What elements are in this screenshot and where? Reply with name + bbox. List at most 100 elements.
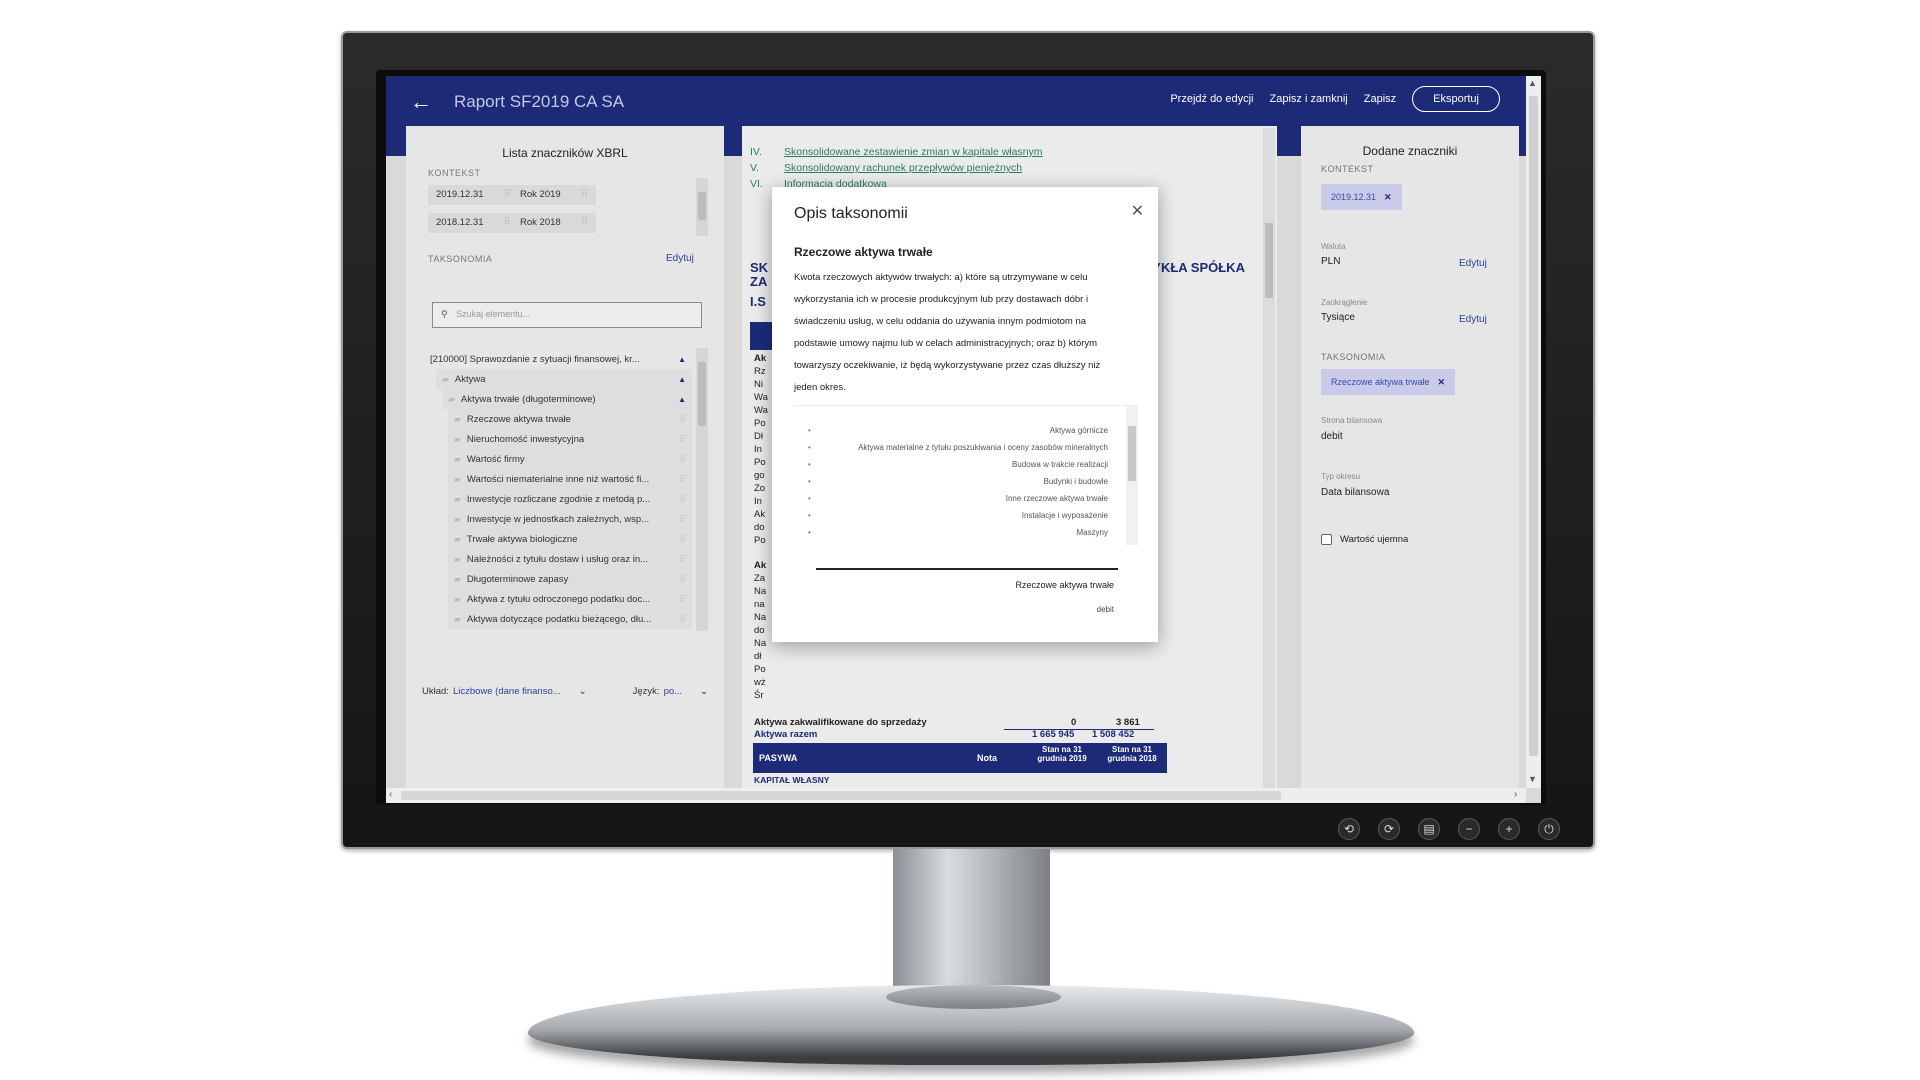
- toc-link[interactable]: V. Skonsolidowany rachunek przepływów pie…: [750, 162, 1022, 174]
- auto-icon[interactable]: ⟳: [1378, 818, 1400, 840]
- doc-heading: SK: [750, 260, 769, 275]
- drag-handle-icon[interactable]: ⠿: [679, 514, 686, 525]
- liabilities-label: PASYWA: [759, 753, 798, 763]
- save-button[interactable]: Zapisz: [1364, 93, 1396, 105]
- scroll-right-icon[interactable]: ›: [1514, 789, 1517, 800]
- drag-handle-icon[interactable]: ⠿: [679, 594, 686, 605]
- tree-scrollbar[interactable]: [696, 348, 708, 631]
- drag-handle-icon[interactable]: ⠿: [679, 494, 686, 505]
- context-chip[interactable]: Rok 2019 ⠿: [512, 185, 596, 205]
- doc-row: Za: [754, 573, 766, 584]
- save-and-close-button[interactable]: Zapisz i zamknij: [1269, 93, 1347, 105]
- back-arrow-icon[interactable]: ←: [410, 89, 432, 115]
- checkbox-icon[interactable]: [1321, 534, 1332, 545]
- context-label: KONTEKST: [1321, 164, 1374, 174]
- drag-handle-icon[interactable]: ⠿: [679, 454, 686, 465]
- drag-handle-icon[interactable]: ⠿: [679, 414, 686, 425]
- doc-section: I.S: [750, 294, 766, 309]
- leaf-icon: ▰: [454, 453, 461, 464]
- doc-row: na: [754, 599, 765, 610]
- note-label: Nota: [977, 753, 997, 763]
- tree-item[interactable]: ▰ Wartość firmy ⠿: [448, 449, 692, 469]
- drag-handle-icon[interactable]: ⠿: [679, 534, 686, 545]
- drag-handle-icon[interactable]: ⠿: [504, 189, 511, 200]
- edit-currency-link[interactable]: Edytuj: [1459, 258, 1487, 269]
- rounding-label: Zaokrąglenie: [1321, 298, 1368, 307]
- close-icon[interactable]: ✕: [1438, 377, 1446, 387]
- tree-item[interactable]: ▰ Długoterminowe zapasy ⠿: [448, 569, 692, 589]
- context-chip[interactable]: 2019.12.31 ⠿: [428, 185, 519, 205]
- tree-item[interactable]: ▰ Należności z tytułu dostaw i usług oraz…: [448, 549, 692, 569]
- taxonomy-description-dialog: Opis taksonomii ✕ Rzeczowe aktywa trwałe…: [772, 187, 1158, 642]
- search-input[interactable]: ⚲ Szukaj elementu...: [432, 302, 702, 328]
- tree-item[interactable]: ▰ Aktywa dotyczące podatku bieżącego, dłu…: [448, 609, 692, 629]
- tree-item[interactable]: ▰ Inwestycje rozliczane zgodnie z metodą …: [448, 489, 692, 509]
- negative-value-checkbox[interactable]: Wartość ujemna: [1321, 534, 1408, 545]
- list-scrollbar[interactable]: [1126, 406, 1138, 545]
- taxonomy-tag-chip[interactable]: Rzeczowe aktywa trwałe ✕: [1321, 369, 1456, 395]
- tree-item[interactable]: ▰ Inwestycje w jednostkach zależnych, wsp…: [448, 509, 692, 529]
- toc-link[interactable]: IV. Skonsolidowane zestawienie zmian w ka…: [750, 146, 1043, 158]
- value-label: Rzeczowe aktywa trwałe: [1015, 580, 1114, 590]
- chevron-up-icon[interactable]: ▲: [678, 395, 686, 404]
- drag-handle-icon[interactable]: ⠿: [679, 474, 686, 485]
- tree-item[interactable]: ▰ Trwałe aktywa biologiczne ⠿: [448, 529, 692, 549]
- folder-icon: ▰: [442, 373, 449, 384]
- drag-handle-icon[interactable]: ⠿: [581, 217, 588, 228]
- layout-row: Układ: Liczbowe (dane finanso... ⌄ Język…: [422, 686, 708, 697]
- export-button[interactable]: Eksportuj: [1412, 86, 1500, 112]
- tree-item[interactable]: ▰ Nieruchomość inwestycyjna ⠿: [448, 429, 692, 449]
- drag-handle-icon[interactable]: ⠿: [504, 217, 511, 228]
- tree-item[interactable]: ▰ Rzeczowe aktywa trwałe ⠿: [448, 409, 692, 429]
- close-icon[interactable]: ✕: [1131, 201, 1144, 221]
- search-icon: ⚲: [441, 309, 448, 319]
- scroll-left-icon[interactable]: ‹: [389, 789, 392, 800]
- tree-item-aktywa-trwale[interactable]: ▰ Aktywa trwałe (długoterminowe) ▲: [442, 389, 692, 409]
- minus-icon[interactable]: −: [1458, 818, 1480, 840]
- panel-title: Dodane znaczniki: [1362, 144, 1458, 158]
- tree-item[interactable]: ▰ Wartości niematerialne inne niż wartość…: [448, 469, 692, 489]
- tree-item[interactable]: ▰ Aktywa z tytułu odroczonego podatku doc…: [448, 589, 692, 609]
- doc-row: dł: [754, 651, 762, 662]
- folder-icon: ▰: [448, 393, 455, 404]
- scroll-down-icon[interactable]: ▼: [1528, 774, 1537, 784]
- page-horizontal-scrollbar[interactable]: ‹ ›: [386, 788, 1526, 803]
- go-to-edit-button[interactable]: Przejdź do edycji: [1170, 93, 1253, 105]
- doc-row: Po: [754, 457, 766, 468]
- context-label: KONTEKST: [428, 168, 481, 178]
- language-label: Język:: [632, 686, 660, 697]
- document-scrollbar[interactable]: [1263, 128, 1275, 793]
- context-chip[interactable]: 2018.12.31 ⠿: [428, 213, 519, 233]
- menu-icon[interactable]: ▤: [1418, 818, 1440, 840]
- power-icon[interactable]: ⏻: [1538, 818, 1560, 840]
- chevron-up-icon[interactable]: ▲: [678, 375, 686, 384]
- context-scrollbar[interactable]: [696, 178, 708, 236]
- doc-row: wż: [754, 677, 766, 688]
- page-vertical-scrollbar[interactable]: ▲ ▼: [1526, 76, 1541, 788]
- drag-handle-icon[interactable]: ⠿: [581, 189, 588, 200]
- search-placeholder: Szukaj elementu...: [456, 309, 531, 319]
- plus-icon[interactable]: +: [1498, 818, 1520, 840]
- doc-row: In: [754, 444, 762, 455]
- drag-handle-icon[interactable]: ⠿: [679, 554, 686, 565]
- input-icon[interactable]: ⟲: [1338, 818, 1360, 840]
- language-select[interactable]: po...: [664, 686, 683, 697]
- liabilities-header: PASYWA Nota Stan na 31 grudnia 2019 Stan…: [753, 743, 1167, 773]
- rounding-value: Tysiące: [1321, 312, 1355, 323]
- held-for-sale-label: Aktywa zakwalifikowane do sprzedaży: [754, 717, 927, 728]
- chevron-down-icon[interactable]: ⌄: [700, 686, 708, 697]
- scroll-up-icon[interactable]: ▲: [1528, 78, 1537, 88]
- close-icon[interactable]: ✕: [1384, 192, 1392, 202]
- chevron-down-icon[interactable]: ⌄: [579, 686, 587, 697]
- context-chip[interactable]: Rok 2018 ⠿: [512, 213, 596, 233]
- edit-rounding-link[interactable]: Edytuj: [1459, 314, 1487, 325]
- drag-handle-icon[interactable]: ⠿: [679, 434, 686, 445]
- tree-item-statement[interactable]: [210000] Sprawozdanie z sytuacji finanso…: [430, 349, 692, 369]
- chevron-up-icon[interactable]: ▲: [678, 355, 686, 364]
- layout-select[interactable]: Liczbowe (dane finanso...: [453, 686, 561, 697]
- drag-handle-icon[interactable]: ⠿: [679, 574, 686, 585]
- context-tag-chip[interactable]: 2019.12.31 ✕: [1321, 184, 1402, 210]
- tree-item-aktywa[interactable]: ▰ Aktywa ▲: [436, 369, 692, 389]
- drag-handle-icon[interactable]: ⠿: [679, 614, 686, 625]
- edit-taxonomy-link[interactable]: Edytuj: [666, 253, 694, 264]
